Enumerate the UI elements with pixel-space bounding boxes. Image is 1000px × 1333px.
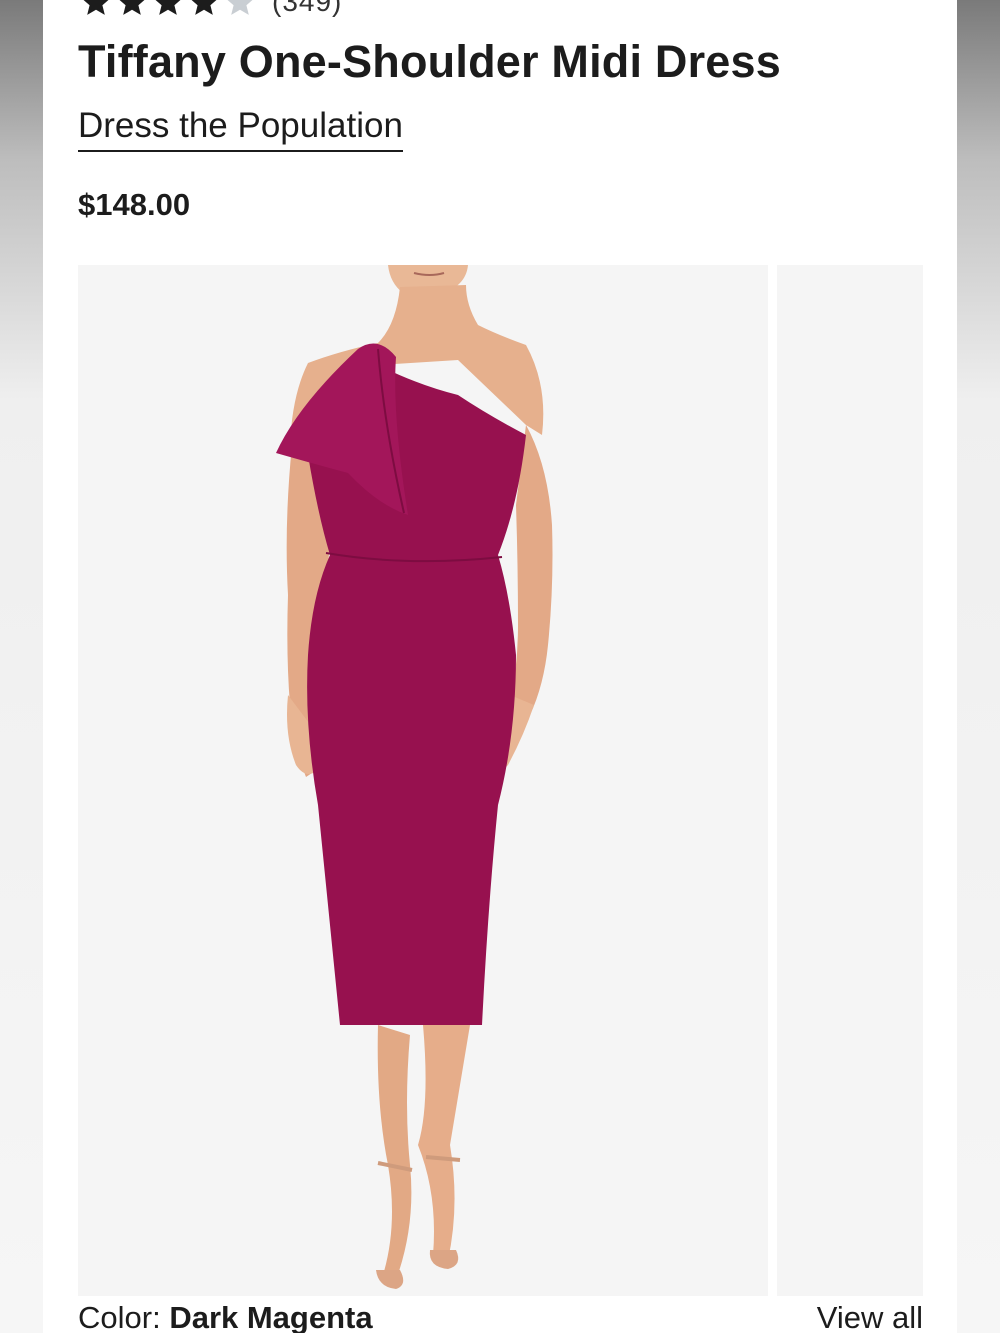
dress-photo-icon[interactable] <box>78 265 768 1296</box>
star-empty-icon <box>222 0 258 18</box>
image-gallery[interactable] <box>78 265 957 1296</box>
star-filled-icon <box>150 0 186 18</box>
color-selector-row: Color: Dark Magenta View all <box>78 1300 923 1333</box>
star-filled-icon <box>114 0 150 18</box>
brand-link[interactable]: Dress the Population <box>78 106 403 152</box>
product-price: $148.00 <box>78 187 191 222</box>
rating-row[interactable]: (349) <box>78 0 342 18</box>
selected-color: Dark Magenta <box>169 1300 373 1333</box>
next-photo-preview[interactable] <box>777 265 923 1296</box>
star-filled-icon <box>78 0 114 18</box>
review-count[interactable]: (349) <box>272 0 342 18</box>
color-label-group: Color: Dark Magenta <box>78 1300 373 1333</box>
left-backdrop <box>0 0 43 1333</box>
color-label: Color: <box>78 1300 170 1333</box>
right-backdrop <box>957 0 1000 1333</box>
product-detail-sheet: (349) Tiffany One-Shoulder Midi Dress Dr… <box>43 0 957 1333</box>
product-title: Tiffany One-Shoulder Midi Dress <box>78 36 781 87</box>
view-all-colors-link[interactable]: View all <box>817 1300 923 1333</box>
star-filled-icon <box>186 0 222 18</box>
